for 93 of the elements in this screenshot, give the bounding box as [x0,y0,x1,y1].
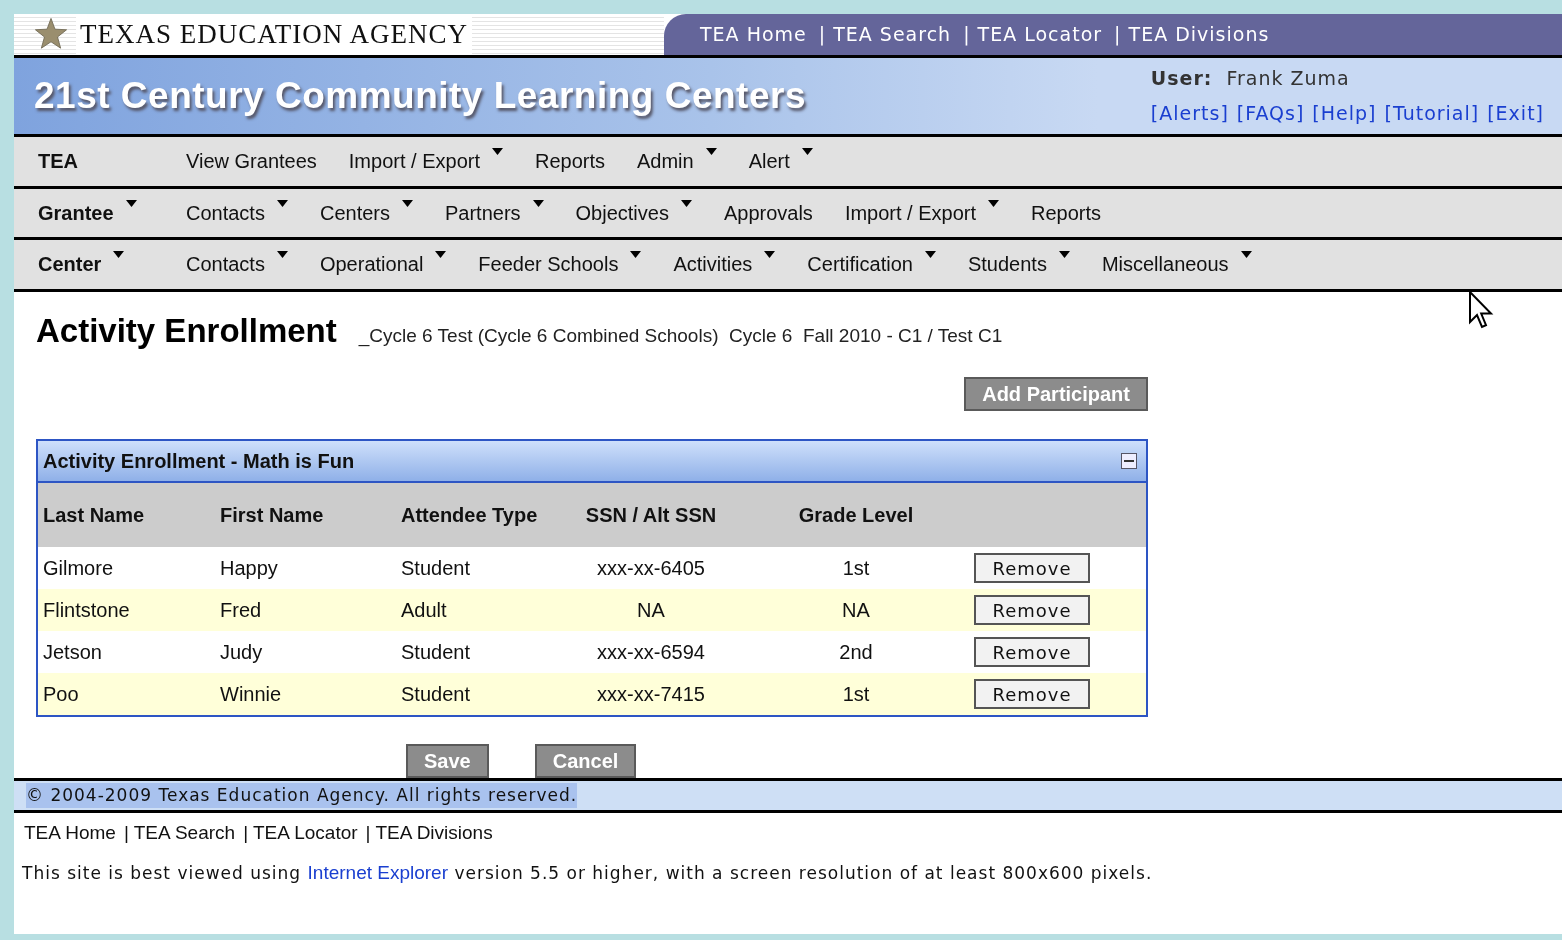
browser-note: This site is best viewed using Internet Explorer version 5.5 or higher, with a screen resolution of at least 800x600 pixels. [21,861,1154,886]
caret-icon [1058,251,1070,260]
menu-item[interactable]: Alert [748,146,813,177]
remove-button[interactable]: Remove [974,637,1090,668]
table-cell: Student [396,547,546,590]
page-subtitle: _Cycle 6 Test (Cycle 6 Combined Schools) Cycle 6 Fall 2010 - C1 / Test C1 [358,323,1003,349]
remove-button[interactable]: Remove [974,595,1090,626]
user-name: Frank Zuma [1226,66,1350,92]
table-cell: NA [546,589,756,632]
table-cell: Judy [215,631,396,674]
menu-item[interactable]: Admin [637,146,717,177]
internet-explorer-link[interactable]: Internet Explorer [307,862,448,884]
caret-icon [705,148,717,157]
top-nav-link[interactable]: | TEA Search [818,20,952,49]
menu-item[interactable]: Operational [319,249,447,280]
menu-item[interactable]: Approvals [723,197,813,228]
caret-icon [435,251,447,260]
table-cell: Flintstone [38,589,215,632]
column-header: Grade Level [756,483,956,548]
table-cell: Winnie [215,673,396,716]
table-cell: xxx-xx-7415 [546,673,756,716]
column-header: Last Name [38,483,215,548]
caret-icon [801,148,813,157]
menu-section-title[interactable]: Center [38,249,125,280]
menu-item[interactable]: Reports [1031,197,1102,228]
top-nav-link[interactable]: TEA Home [700,20,807,49]
remove-button[interactable]: Remove [974,679,1090,710]
table-cell: Happy [215,547,396,590]
table-cell: xxx-xx-6405 [546,547,756,590]
collapse-icon[interactable] [1121,453,1137,470]
column-header: SSN / Alt SSN [546,483,756,548]
caret-icon [113,251,125,260]
table-cell: xxx-xx-6594 [546,631,756,674]
menu-section-title[interactable]: TEA [38,146,78,177]
user-link[interactable]: [Help] [1312,98,1377,128]
caret-icon [764,251,776,260]
user-link[interactable]: [Alerts] [1150,98,1229,128]
table-cell: Student [396,673,546,716]
remove-button[interactable]: Remove [974,553,1090,584]
menu-item[interactable]: Reports [534,146,605,177]
menu-item[interactable]: Import / Export [844,197,1000,228]
agency-name: TEXAS EDUCATION AGENCY [76,14,472,55]
table-cell: NA [756,589,956,632]
caret-icon [401,199,413,208]
menu-item[interactable]: Miscellaneous [1101,249,1252,280]
panel-title: Activity Enrollment - Math is Fun [43,449,355,475]
user-link[interactable]: [FAQs] [1236,98,1305,128]
top-nav-link[interactable]: | TEA Divisions [1114,20,1270,49]
top-nav-link[interactable]: | TEA Locator [963,20,1103,49]
copyright-text: © 2004-2009 Texas Education Agency. All rights reserved. [26,782,578,809]
user-label: User: [1150,66,1213,92]
menu-item[interactable]: Contacts [186,197,288,228]
menu-item[interactable]: View Grantees [186,146,317,177]
user-link[interactable]: [Exit] [1487,98,1544,128]
menu-section-title[interactable]: Grantee [38,197,137,228]
caret-icon [125,199,137,208]
caret-icon [532,199,544,208]
star-icon [34,17,68,52]
menu-item[interactable]: Partners [444,197,544,228]
caret-icon [276,251,288,260]
caret-icon [630,251,642,260]
menu-item[interactable]: Contacts [186,249,288,280]
menu-item[interactable]: Import / Export [348,146,503,177]
menu-item[interactable]: Objectives [575,197,692,228]
table-cell: Gilmore [38,547,215,590]
caret-icon [988,199,1000,208]
footer-link[interactable]: TEA Home [24,819,116,848]
table-cell: Jetson [38,631,215,674]
table-cell: Poo [38,673,215,716]
table-cell: 1st [756,673,956,716]
user-link[interactable]: [Tutorial] [1384,98,1480,128]
caret-icon [680,199,692,208]
column-header: First Name [215,483,396,548]
table-cell: Student [396,631,546,674]
menu-item[interactable]: Students [967,249,1070,280]
menu-item[interactable]: Feeder Schools [478,249,642,280]
footer-link[interactable]: | TEA Locator [243,819,358,848]
caret-icon [1240,251,1252,260]
menu-item[interactable]: Centers [319,197,413,228]
menu-item[interactable]: Certification [807,249,936,280]
page-title: Activity Enrollment [36,310,337,351]
footer-link[interactable]: | TEA Divisions [365,819,493,848]
table-cell: Fred [215,589,396,632]
menu-item[interactable]: Activities [673,249,776,280]
caret-icon [491,148,503,157]
column-header: Attendee Type [396,483,546,548]
footer-link[interactable]: | TEA Search [123,819,236,848]
table-cell: 2nd [756,631,956,674]
table-cell: Adult [396,589,546,632]
app-title: 21st Century Community Learning Centers [34,74,806,119]
caret-icon [924,251,936,260]
caret-icon [276,199,288,208]
table-cell: 1st [756,547,956,590]
